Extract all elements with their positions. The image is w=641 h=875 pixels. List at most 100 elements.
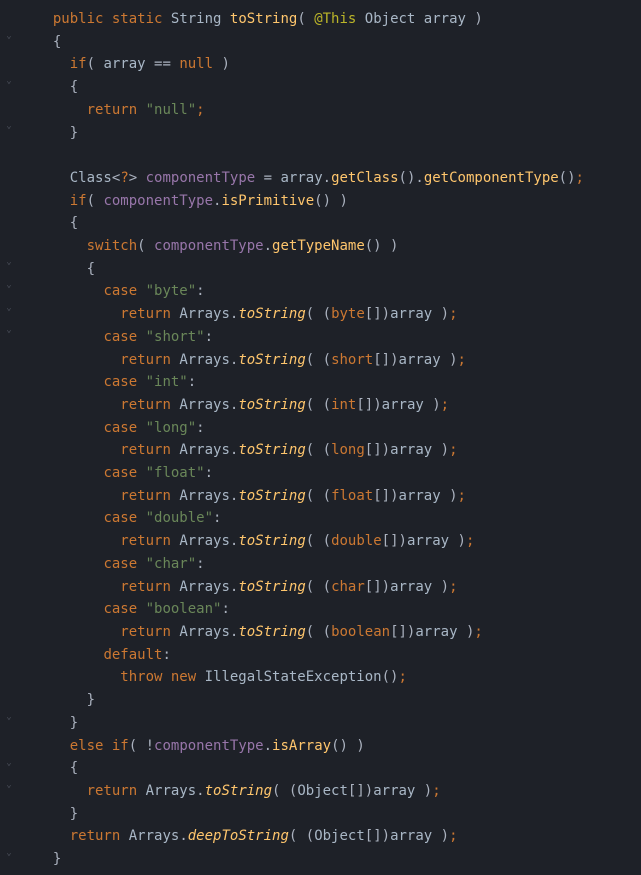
- code-token: getComponentType: [424, 170, 559, 186]
- code-token: ;: [449, 828, 457, 844]
- code-line[interactable]: return Arrays.toString( (boolean[])array…: [36, 621, 584, 644]
- code-line[interactable]: return Arrays.toString( (byte[])array );: [36, 303, 584, 326]
- code-token: case: [103, 374, 145, 390]
- code-token: short: [331, 352, 373, 368]
- code-token: :: [196, 556, 204, 572]
- code-line[interactable]: default:: [36, 644, 584, 667]
- fold-icon[interactable]: ⌄: [4, 780, 14, 790]
- code-line[interactable]: return Arrays.toString( (Object[])array …: [36, 780, 584, 803]
- code-token: return: [120, 533, 179, 549]
- code-line[interactable]: {: [36, 76, 584, 99]
- code-line[interactable]: case "byte":: [36, 280, 584, 303]
- code-line[interactable]: }: [36, 803, 584, 826]
- fold-icon[interactable]: ⌄: [4, 303, 14, 313]
- fold-icon[interactable]: ⌄: [4, 758, 14, 768]
- fold-icon[interactable]: ⌄: [4, 325, 14, 335]
- fold-icon[interactable]: ⌄: [4, 257, 14, 267]
- code-token: "double": [146, 510, 213, 526]
- code-token: toString: [238, 533, 305, 549]
- code-token: return: [120, 306, 179, 322]
- code-token: toString: [238, 352, 305, 368]
- code-token: (: [87, 193, 104, 209]
- code-token: static: [112, 11, 171, 27]
- code-line[interactable]: Class<?> componentType = array.getClass(…: [36, 167, 584, 190]
- code-token: :: [213, 510, 221, 526]
- code-token: int: [331, 397, 356, 413]
- code-line[interactable]: }: [36, 712, 584, 735]
- code-token: :: [162, 647, 170, 663]
- code-line[interactable]: }: [36, 689, 584, 712]
- code-token: "boolean": [146, 601, 222, 617]
- code-line[interactable]: return Arrays.toString( (long[])array );: [36, 439, 584, 462]
- code-line[interactable]: return Arrays.deepToString( (Object[])ar…: [36, 825, 584, 848]
- code-line[interactable]: public static String toString( @This Obj…: [36, 8, 584, 31]
- code-line[interactable]: {: [36, 757, 584, 780]
- code-line[interactable]: {: [36, 212, 584, 235]
- code-token: ): [221, 56, 229, 72]
- code-token: :: [205, 329, 213, 345]
- code-token: }: [53, 851, 61, 867]
- code-line[interactable]: }: [36, 122, 584, 145]
- code-line[interactable]: case "char":: [36, 553, 584, 576]
- code-token: Arrays: [179, 488, 230, 504]
- code-token: Arrays: [179, 579, 230, 595]
- code-token: toString: [238, 624, 305, 640]
- code-token: toString: [238, 442, 305, 458]
- fold-icon[interactable]: ⌄: [4, 712, 14, 722]
- code-token: byte: [331, 306, 365, 322]
- fold-icon[interactable]: ⌄: [4, 31, 14, 41]
- code-line[interactable]: {: [36, 31, 584, 54]
- code-token: return: [70, 828, 129, 844]
- code-line[interactable]: throw new IllegalStateException();: [36, 666, 584, 689]
- code-line[interactable]: case "long":: [36, 417, 584, 440]
- code-token: array: [373, 783, 424, 799]
- code-line[interactable]: case "double":: [36, 507, 584, 530]
- fold-icon[interactable]: ⌄: [4, 121, 14, 131]
- code-token: ( (: [306, 488, 331, 504]
- code-line[interactable]: return Arrays.toString( (double[])array …: [36, 530, 584, 553]
- code-token: toString: [238, 579, 305, 595]
- code-line[interactable]: case "int":: [36, 371, 584, 394]
- code-line[interactable]: if( array == null ): [36, 53, 584, 76]
- code-token: Object: [365, 11, 424, 27]
- code-token: componentType: [146, 170, 264, 186]
- code-line[interactable]: return Arrays.toString( (char[])array );: [36, 576, 584, 599]
- code-token: IllegalStateException: [205, 669, 382, 685]
- code-token: }: [70, 715, 78, 731]
- code-line[interactable]: case "boolean":: [36, 598, 584, 621]
- code-token: ): [432, 397, 440, 413]
- code-token: Arrays: [129, 828, 180, 844]
- code-line[interactable]: switch( componentType.getTypeName() ): [36, 235, 584, 258]
- code-line[interactable]: case "float":: [36, 462, 584, 485]
- code-token: ==: [154, 56, 179, 72]
- code-token: toString: [238, 397, 305, 413]
- code-token: return: [87, 783, 146, 799]
- code-line[interactable]: return Arrays.toString( (short[])array )…: [36, 349, 584, 372]
- code-line[interactable]: if( componentType.isPrimitive() ): [36, 190, 584, 213]
- code-token: return: [120, 624, 179, 640]
- code-token: ;: [576, 170, 584, 186]
- fold-icon[interactable]: ⌄: [4, 848, 14, 858]
- code-token: ;: [441, 397, 449, 413]
- code-line[interactable]: {: [36, 258, 584, 281]
- code-line[interactable]: case "short":: [36, 326, 584, 349]
- code-line[interactable]: return Arrays.toString( (int[])array );: [36, 394, 584, 417]
- code-line[interactable]: }: [36, 848, 584, 871]
- fold-icon[interactable]: ⌄: [4, 76, 14, 86]
- code-editor-content[interactable]: public static String toString( @This Obj…: [18, 0, 584, 875]
- code-token: ;: [449, 306, 457, 322]
- code-token: []): [348, 783, 373, 799]
- code-line[interactable]: return Arrays.toString( (float[])array )…: [36, 485, 584, 508]
- code-token: :: [188, 374, 196, 390]
- fold-icon[interactable]: ⌄: [4, 280, 14, 290]
- code-line[interactable]: return "null";: [36, 99, 584, 122]
- code-token: return: [120, 579, 179, 595]
- code-token: (): [559, 170, 576, 186]
- code-token: ( (: [306, 352, 331, 368]
- code-line[interactable]: [36, 144, 584, 167]
- code-token: long: [331, 442, 365, 458]
- code-token: default: [103, 647, 162, 663]
- code-token: array: [424, 11, 475, 27]
- code-line[interactable]: else if( !componentType.isArray() ): [36, 735, 584, 758]
- code-token: "int": [146, 374, 188, 390]
